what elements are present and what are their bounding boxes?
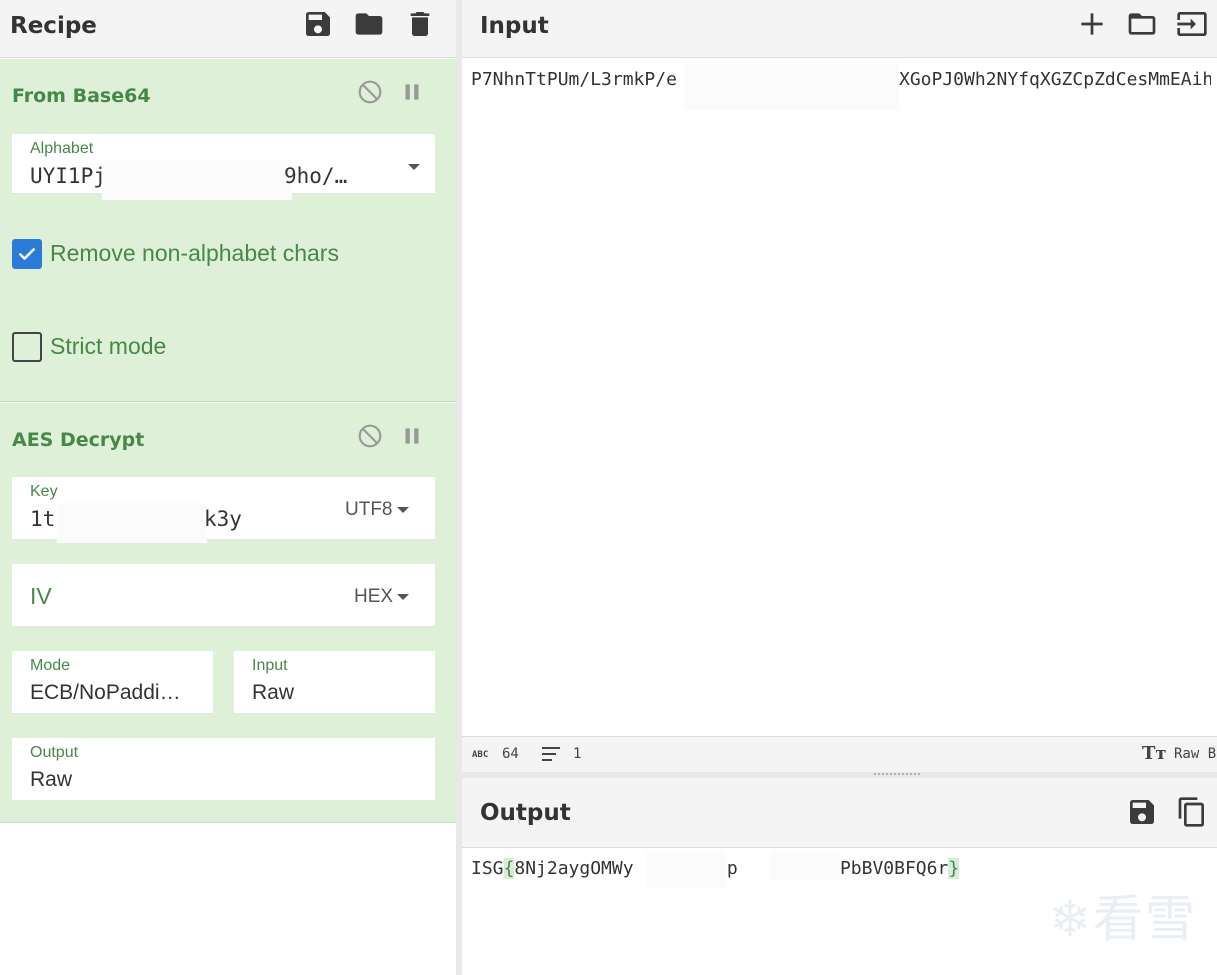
character-count: 64 (502, 746, 519, 762)
add-tab-plus-icon[interactable] (1076, 8, 1108, 40)
input-encoding[interactable]: Raw B (1174, 746, 1216, 762)
character-count-icon: ABC (472, 750, 489, 760)
output-close-brace: } (948, 858, 960, 879)
alphabet-dropdown[interactable] (404, 156, 420, 178)
watermark-text: 看雪 (1093, 890, 1197, 948)
mode-value: ECB/NoPaddi… (30, 681, 181, 704)
font-size-icon[interactable]: Tт (1142, 743, 1167, 764)
operation-from-base64: From Base64 Alphabet UYI1Pj 9ho/… Remove… (0, 59, 456, 402)
key-value-start: 1t (30, 507, 56, 531)
output-text-start: 8Nj2aygOMWy (514, 858, 634, 879)
strict-mode-checkbox[interactable]: Strict mode (12, 332, 262, 362)
disable-operation-icon[interactable] (357, 79, 383, 105)
input-title: Input (480, 13, 549, 39)
output-format-value: Raw (30, 768, 73, 791)
chevron-down-icon (397, 593, 410, 600)
input-format-value: Raw (252, 681, 295, 704)
input-text-start[interactable]: P7NhnTtPUm/L3rmkP/e (471, 69, 686, 90)
redaction-block (684, 62, 899, 110)
input-text-end[interactable]: XGoPJ0Wh2NYfqXGZCpZdCesMmEAihh (899, 69, 1211, 90)
watermark-logo: ❄看雪 (1049, 890, 1197, 948)
save-output-icon[interactable] (1126, 796, 1158, 828)
input-header: Input (462, 0, 1217, 58)
operation-title: AES Decrypt (12, 429, 145, 451)
output-format-label: Output (30, 744, 79, 761)
iv-label: IV (30, 583, 52, 609)
operation-aes-decrypt: AES Decrypt Key 1t k3y UTF8 IV HEX Mode … (0, 403, 456, 823)
mode-label: Mode (30, 657, 71, 674)
input-format-label: Input (252, 657, 288, 674)
alphabet-label: Alphabet (30, 140, 94, 157)
input-format-field[interactable]: Input Raw (234, 651, 435, 714)
pause-operation-icon[interactable] (399, 423, 425, 449)
redaction-block (770, 852, 840, 880)
output-header: Output (462, 778, 1217, 848)
iv-field[interactable]: IV HEX (12, 564, 435, 627)
open-file-folder-icon[interactable] (1126, 8, 1158, 40)
checkbox-unchecked[interactable] (12, 332, 42, 362)
iv-encoding-dropdown[interactable]: HEX (354, 586, 410, 608)
input-pane: Input P7NhnTtPUm/L3rmkP/e XGoPJ0Wh2NYfqX… (462, 0, 1217, 772)
alphabet-field[interactable]: Alphabet UYI1Pj 9ho/… (12, 134, 435, 200)
mode-field[interactable]: Mode ECB/NoPaddi… (12, 651, 213, 714)
remove-non-alphabet-label: Remove non-alphabet chars (50, 240, 339, 266)
line-count-icon (542, 745, 562, 767)
redaction-block (102, 160, 292, 200)
key-value-end: k3y (204, 507, 242, 531)
disable-operation-icon[interactable] (357, 423, 383, 449)
chevron-down-icon (408, 163, 420, 170)
alphabet-value-tail: 9ho/… (284, 164, 348, 188)
input-status-bar: ABC 64 1 Tт Raw B (462, 736, 1217, 772)
recipe-header: Recipe (0, 0, 456, 58)
load-recipe-folder-icon[interactable] (353, 8, 385, 40)
save-recipe-icon[interactable] (302, 8, 334, 40)
output-prefix: ISG (471, 858, 504, 879)
recipe-pane: Recipe From Base64 Alphabet UYI1Pj 9ho/… (0, 0, 456, 975)
output-open-brace: { (503, 858, 515, 879)
clear-recipe-trash-icon[interactable] (404, 8, 436, 40)
output-title: Output (480, 800, 571, 826)
import-file-icon[interactable] (1176, 8, 1208, 40)
resize-grip-icon[interactable] (874, 773, 920, 775)
redaction-block (646, 852, 726, 888)
key-encoding-value: UTF8 (345, 499, 393, 520)
copy-output-icon[interactable] (1176, 796, 1208, 828)
recipe-title: Recipe (10, 13, 97, 39)
pause-operation-icon[interactable] (399, 79, 425, 105)
key-label: Key (30, 483, 58, 500)
key-encoding-dropdown[interactable]: UTF8 (345, 499, 409, 521)
output-pane: Output ISG{8Nj2aygOMWyDIN4pephUfPbBV0BFQ… (462, 778, 1217, 975)
checkbox-checked[interactable] (12, 239, 42, 269)
remove-non-alphabet-checkbox[interactable]: Remove non-alphabet chars (12, 239, 412, 269)
strict-mode-label: Strict mode (50, 333, 167, 359)
redaction-block (57, 503, 207, 543)
check-icon (19, 248, 35, 260)
chevron-down-icon (396, 506, 409, 513)
iv-encoding-value: HEX (354, 586, 394, 607)
line-count: 1 (573, 746, 582, 762)
output-format-field[interactable]: Output Raw (12, 738, 435, 801)
operation-title: From Base64 (12, 85, 151, 107)
key-field[interactable]: Key 1t k3y UTF8 (12, 477, 435, 543)
